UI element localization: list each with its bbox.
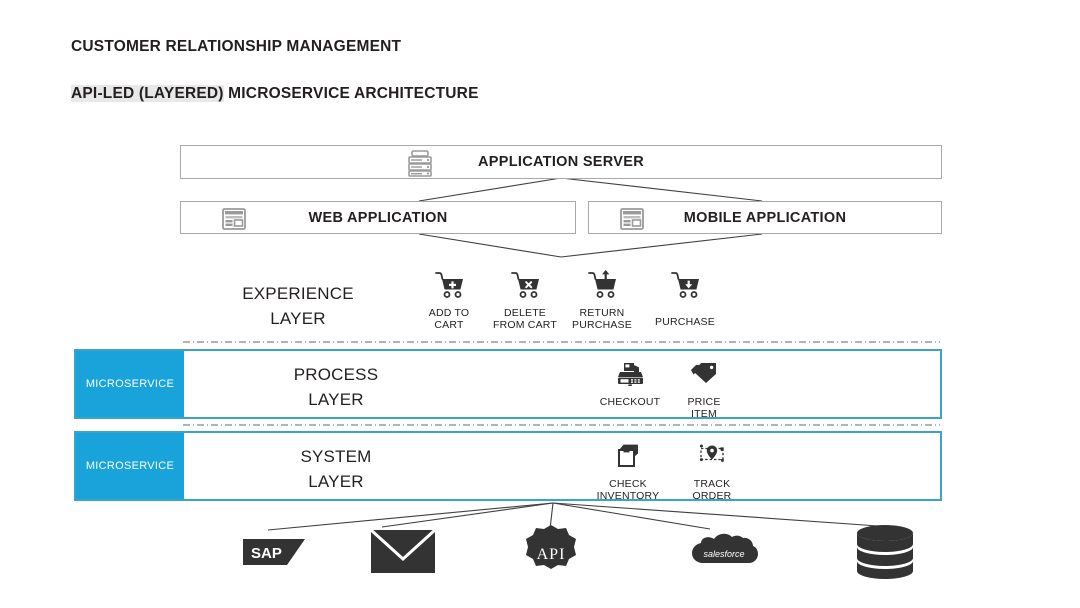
experience-item-label: DELETE FROM CART	[492, 307, 558, 331]
web-application-box[interactable]: WEB APPLICATION	[180, 201, 576, 234]
system-layer[interactable]: MICROSERVICE SYSTEM LAYER CHECK INVENTOR…	[74, 431, 942, 501]
page-subtitle-rest: MICROSERVICE ARCHITECTURE	[223, 85, 479, 102]
database-cylinder-icon	[857, 525, 913, 579]
backend-api[interactable]: API	[520, 524, 582, 585]
cart-down-arrow-icon	[648, 270, 722, 305]
backend-email[interactable]	[369, 528, 437, 579]
process-item-checkout[interactable]: CHECKOUT	[590, 359, 670, 409]
experience-layer-title: EXPERIENCE LAYER	[228, 281, 368, 331]
system-layer-microservice-tag: MICROSERVICE	[76, 433, 184, 499]
application-server-box[interactable]: APPLICATION SERVER	[180, 145, 942, 179]
system-item-label: TRACK ORDER	[692, 478, 732, 502]
system-item-track-order[interactable]: TRACK ORDER	[676, 441, 748, 502]
mobile-application-box[interactable]: MOBILE APPLICATION	[588, 201, 942, 234]
backend-sap[interactable]: SAP	[243, 533, 313, 574]
web-application-label: WEB APPLICATION	[308, 209, 448, 226]
system-layer-title-line2: LAYER	[308, 472, 364, 491]
backend-database[interactable]	[855, 524, 915, 585]
experience-item-delete-from-cart[interactable]: DELETE FROM CART	[488, 270, 562, 331]
system-item-label: CHECK INVENTORY	[596, 478, 660, 502]
system-item-check-inventory[interactable]: CHECK INVENTORY	[582, 441, 674, 502]
sap-logo: SAP	[243, 539, 305, 565]
process-item-label: PRICE ITEM	[687, 396, 721, 420]
process-item-label: CHECKOUT	[599, 396, 661, 408]
experience-layer-title-line1: EXPERIENCE	[242, 284, 354, 303]
map-pin-route-icon	[676, 441, 748, 476]
page-subtitle-highlight: API-LED (LAYERED)	[71, 85, 224, 102]
system-layer-title-line1: SYSTEM	[300, 447, 372, 466]
process-layer-title: PROCESS LAYER	[256, 362, 416, 412]
mobile-application-label: MOBILE APPLICATION	[683, 209, 847, 226]
experience-item-label: PURCHASE	[655, 316, 715, 328]
system-layer-body: SYSTEM LAYER CHECK INVENTORY TRACK ORDER	[184, 433, 940, 502]
cart-remove-icon	[488, 270, 562, 305]
experience-item-label: ADD TO CART	[428, 307, 470, 331]
page-title: CUSTOMER RELATIONSHIP MANAGEMENT	[71, 38, 402, 55]
server-rack-icon	[405, 149, 435, 181]
price-tags-icon	[673, 359, 735, 394]
experience-item-return-purchase[interactable]: RETURN PURCHASE	[565, 270, 639, 331]
cart-plus-icon	[412, 270, 486, 305]
process-layer-title-line1: PROCESS	[293, 365, 379, 384]
system-layer-title: SYSTEM LAYER	[256, 444, 416, 494]
experience-layer-title-line2: LAYER	[270, 309, 326, 328]
email-envelope-icon	[369, 528, 437, 573]
process-layer-title-line2: LAYER	[308, 390, 364, 409]
cash-register-icon	[590, 359, 670, 394]
cart-up-arrow-icon	[565, 270, 639, 305]
svg-text:API: API	[537, 546, 566, 563]
diagram-canvas: CUSTOMER RELATIONSHIP MANAGEMENT API-LED…	[0, 0, 1080, 608]
salesforce-cloud-logo: salesforce	[692, 533, 758, 563]
browser-window-icon	[619, 207, 645, 235]
process-layer-microservice-tag: MICROSERVICE	[76, 351, 184, 417]
experience-item-add-to-cart[interactable]: ADD TO CART	[412, 270, 486, 331]
svg-text:SAP: SAP	[251, 545, 282, 562]
page-subtitle: API-LED (LAYERED) MICROSERVICE ARCHITECT…	[71, 85, 479, 103]
process-layer[interactable]: MICROSERVICE PROCESS LAYER CHECKOUT PRIC…	[74, 349, 942, 419]
api-gear-icon: API	[526, 525, 576, 569]
experience-item-purchase[interactable]: PURCHASE	[648, 270, 722, 329]
application-server-label: APPLICATION SERVER	[478, 154, 644, 170]
process-item-price-item[interactable]: PRICE ITEM	[673, 359, 735, 420]
open-box-icon	[582, 441, 674, 476]
browser-window-icon	[221, 207, 247, 235]
backend-salesforce[interactable]: salesforce	[690, 530, 758, 579]
svg-text:salesforce: salesforce	[703, 549, 744, 559]
process-layer-body: PROCESS LAYER CHECKOUT PRICE ITEM	[184, 351, 940, 420]
experience-item-label: RETURN PURCHASE	[572, 307, 632, 331]
